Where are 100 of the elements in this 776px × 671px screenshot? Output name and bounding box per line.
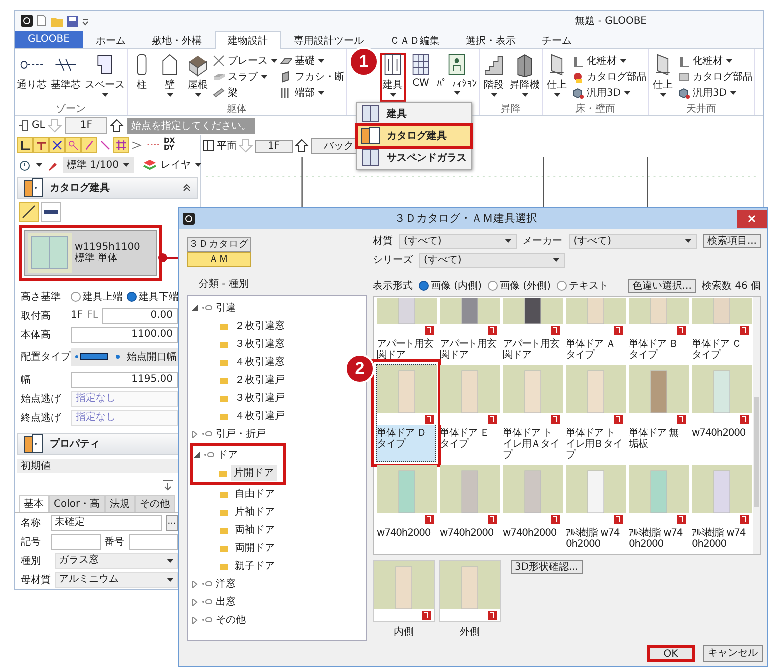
menu-item[interactable]: 建具 <box>357 103 471 125</box>
scale-dropdown[interactable]: 標準 1/100 <box>63 157 134 173</box>
tree-item[interactable]: 引違 <box>216 301 236 315</box>
catalog-item[interactable]: ｱﾙﾐ樹脂 w740h2000 <box>565 464 625 551</box>
catalog-item[interactable]: アパート用玄関ドア <box>439 297 499 362</box>
catalog-item[interactable]: 単体ドア Ｂタイプ <box>628 297 688 362</box>
tree-item[interactable]: 引戸・折戸 <box>216 427 266 441</box>
ribbon-button[interactable]: 端部 <box>280 85 325 100</box>
ribbon-button[interactable]: 化粧材 <box>678 53 733 68</box>
menu-item[interactable]: カタログ建具 <box>357 125 471 147</box>
ribbon-tab[interactable]: 建物設計 <box>214 31 281 49</box>
catalog-item[interactable]: 単体ドア 無垢板 <box>628 364 688 462</box>
property-tab[interactable]: その他 <box>135 495 176 512</box>
tree-item[interactable]: 自由ドア <box>232 486 278 502</box>
radio-option[interactable]: 建具下端 <box>127 290 179 304</box>
ribbon-button[interactable]: カタログ部品 <box>678 69 753 84</box>
tree-item[interactable]: ドア <box>218 448 238 462</box>
ribbon-button[interactable]: 汎用3D <box>678 85 738 100</box>
catalog-item[interactable]: 単体ドア トイレ用Ａタイプ <box>502 364 562 462</box>
catalog-item[interactable]: w740h2000 <box>691 364 751 462</box>
ribbon-tab[interactable]: 専用設計ツール <box>280 31 377 48</box>
search-items-button[interactable]: 検索項目... <box>703 234 761 248</box>
placement-mode-button[interactable] <box>41 202 61 222</box>
number-field[interactable]: 1195.00 <box>71 372 178 388</box>
ribbon-button[interactable]: 壁 <box>157 53 183 102</box>
catalog-item[interactable]: アパート用玄関ドア <box>376 297 436 362</box>
catalog-item[interactable]: アパート用玄関ドア <box>502 297 562 362</box>
filter-dropdown[interactable]: (すべて) <box>399 234 517 248</box>
tree-item[interactable]: 片袖ドア <box>232 504 278 520</box>
tree-item[interactable]: ２枚引違窓 <box>232 318 288 334</box>
snap-toggle[interactable] <box>113 137 129 153</box>
name-field[interactable]: 未確定 <box>51 514 162 530</box>
tree-item[interactable]: ２枚引違戸 <box>232 372 288 388</box>
ribbon-tab[interactable]: チーム <box>528 31 585 48</box>
catalog-item[interactable]: w740h2000 <box>502 464 562 551</box>
ribbon-button[interactable]: 化粧材 <box>572 53 627 68</box>
ribbon-button[interactable]: 階段 <box>481 53 507 102</box>
ribbon-button[interactable]: ﾊﾟｰﾃｨｼｮﾝ <box>436 53 478 102</box>
number-field[interactable]: 0.00 <box>102 308 178 324</box>
select-field[interactable]: 指定なし <box>71 390 178 406</box>
shape-check-button[interactable]: 3D形状確認... <box>511 560 583 574</box>
catalog-item[interactable]: w740h2000 <box>439 464 499 551</box>
select-field[interactable]: ガラス窓 <box>55 552 178 568</box>
snap-toggle[interactable] <box>33 137 49 153</box>
radio-option[interactable]: テキスト <box>556 279 609 293</box>
ribbon-tab[interactable]: 敷地・外構 <box>138 31 215 48</box>
filter-dropdown[interactable]: (すべて) <box>419 252 565 268</box>
filter-dropdown[interactable]: (すべて) <box>568 234 698 248</box>
ribbon-button[interactable]: 仕上 <box>650 53 676 102</box>
dialog-button[interactable]: OK <box>647 645 695 662</box>
tree-item[interactable]: 片開ドア <box>231 465 277 481</box>
tree-item[interactable]: ４枚引違戸 <box>232 408 288 424</box>
ribbon-button[interactable]: カタログ部品 <box>572 69 647 84</box>
catalog-item[interactable]: 単体ドア Ｃタイプ <box>691 297 751 362</box>
floor-button[interactable]: 1F <box>255 140 294 152</box>
input-field[interactable] <box>51 534 100 550</box>
property-tab[interactable]: Color・高 <box>49 495 106 512</box>
ribbon-tab[interactable]: ＣＡＤ編集 <box>376 31 453 48</box>
tree-item[interactable]: ３枚引違戸 <box>232 390 288 406</box>
ribbon-button[interactable]: 梁 <box>213 85 238 100</box>
browse-button[interactable]: ... <box>166 514 178 530</box>
ribbon-button[interactable]: 建具 <box>380 53 406 102</box>
ribbon-tab[interactable]: ホーム <box>82 31 139 48</box>
catalog-item[interactable]: ｱﾙﾐ樹脂 w740h2000 <box>691 464 751 551</box>
ribbon-button[interactable]: スラブ <box>213 69 268 84</box>
ribbon-button[interactable]: フカシ・断 <box>280 69 345 84</box>
catalog-item[interactable]: ｱﾙﾐ樹脂 w740h2000 <box>628 464 688 551</box>
ribbon-button[interactable]: 昇降機 <box>509 53 541 102</box>
item-preview-card[interactable]: w1195h1100 標準 単体 <box>19 225 162 281</box>
tree-item[interactable]: 両袖ドア <box>232 522 278 538</box>
number-field[interactable]: 1100.00 <box>71 326 178 342</box>
ribbon-tab[interactable]: 選択・表示 <box>452 31 529 48</box>
snap-toggle[interactable] <box>49 137 65 153</box>
catalog-item[interactable]: w740h2000 <box>376 464 436 551</box>
tree-item[interactable]: ４枚引違窓 <box>232 354 288 370</box>
ribbon-button[interactable]: 汎用3D <box>572 85 632 100</box>
snap-toggle[interactable] <box>17 137 33 153</box>
source-tab[interactable]: ＡＭ <box>187 252 251 267</box>
dialog-button[interactable]: キャンセル <box>703 645 763 662</box>
scrollbar[interactable] <box>753 297 760 554</box>
select-field[interactable]: アルミニウム <box>55 572 178 588</box>
tree-item[interactable]: 洋窓 <box>216 577 236 591</box>
ribbon-button[interactable]: 仕上 <box>544 53 570 102</box>
color-variant-button[interactable]: 色違い選択... <box>628 279 696 293</box>
input-field[interactable] <box>128 534 178 550</box>
property-tab[interactable]: 基本 <box>19 495 49 512</box>
ribbon-button[interactable]: 基準芯 <box>50 53 82 102</box>
ribbon-button[interactable]: スペース <box>84 53 126 102</box>
snap-toggle[interactable] <box>81 137 97 153</box>
placement-selector[interactable]: 始点開口幅 <box>71 348 181 366</box>
ribbon-button[interactable]: 通り芯 <box>16 53 48 102</box>
catalog-item[interactable]: 単体ドア トイレ用Ｂタイプ <box>565 364 625 462</box>
ribbon-button[interactable]: 柱 <box>129 53 155 102</box>
placement-mode-button[interactable] <box>19 202 39 222</box>
tree-item[interactable]: その他 <box>216 613 246 627</box>
tree-item[interactable]: 出窓 <box>216 595 236 609</box>
tree-item[interactable]: ３枚引違窓 <box>232 336 288 352</box>
source-tab[interactable]: ３Ｄカタログ <box>187 237 251 252</box>
ribbon-button[interactable]: 屋根 <box>185 53 211 102</box>
ribbon-button[interactable]: CW <box>408 53 434 102</box>
